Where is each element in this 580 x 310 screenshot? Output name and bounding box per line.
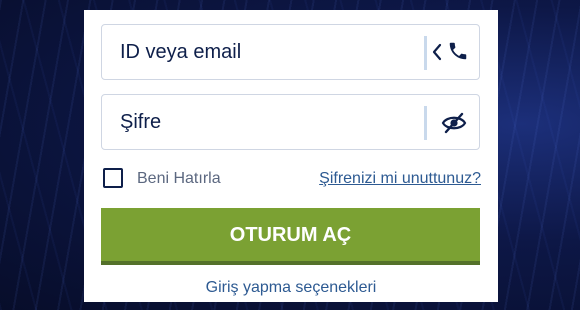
field-separator <box>424 106 427 140</box>
chevron-left-icon[interactable] <box>431 41 443 68</box>
id-email-placeholder: ID veya email <box>120 41 242 63</box>
remember-label: Beni Hatırla <box>137 170 221 187</box>
login-options-link[interactable]: Giriş yapma seçenekleri <box>84 279 498 297</box>
login-panel: ID veya email Şifre Beni Hatırla Şifreni… <box>84 10 498 302</box>
remember-checkbox[interactable] <box>103 168 123 188</box>
phone-icon[interactable] <box>447 40 469 67</box>
login-button[interactable]: OTURUM AÇ <box>101 208 480 265</box>
password-placeholder: Şifre <box>120 111 162 133</box>
eye-slash-icon[interactable] <box>441 112 467 139</box>
forgot-password-link[interactable]: Şifrenizi mi unuttunuz? <box>319 170 481 188</box>
id-email-field[interactable]: ID veya email <box>101 24 480 80</box>
field-separator <box>424 36 427 70</box>
password-field[interactable]: Şifre <box>101 94 480 150</box>
